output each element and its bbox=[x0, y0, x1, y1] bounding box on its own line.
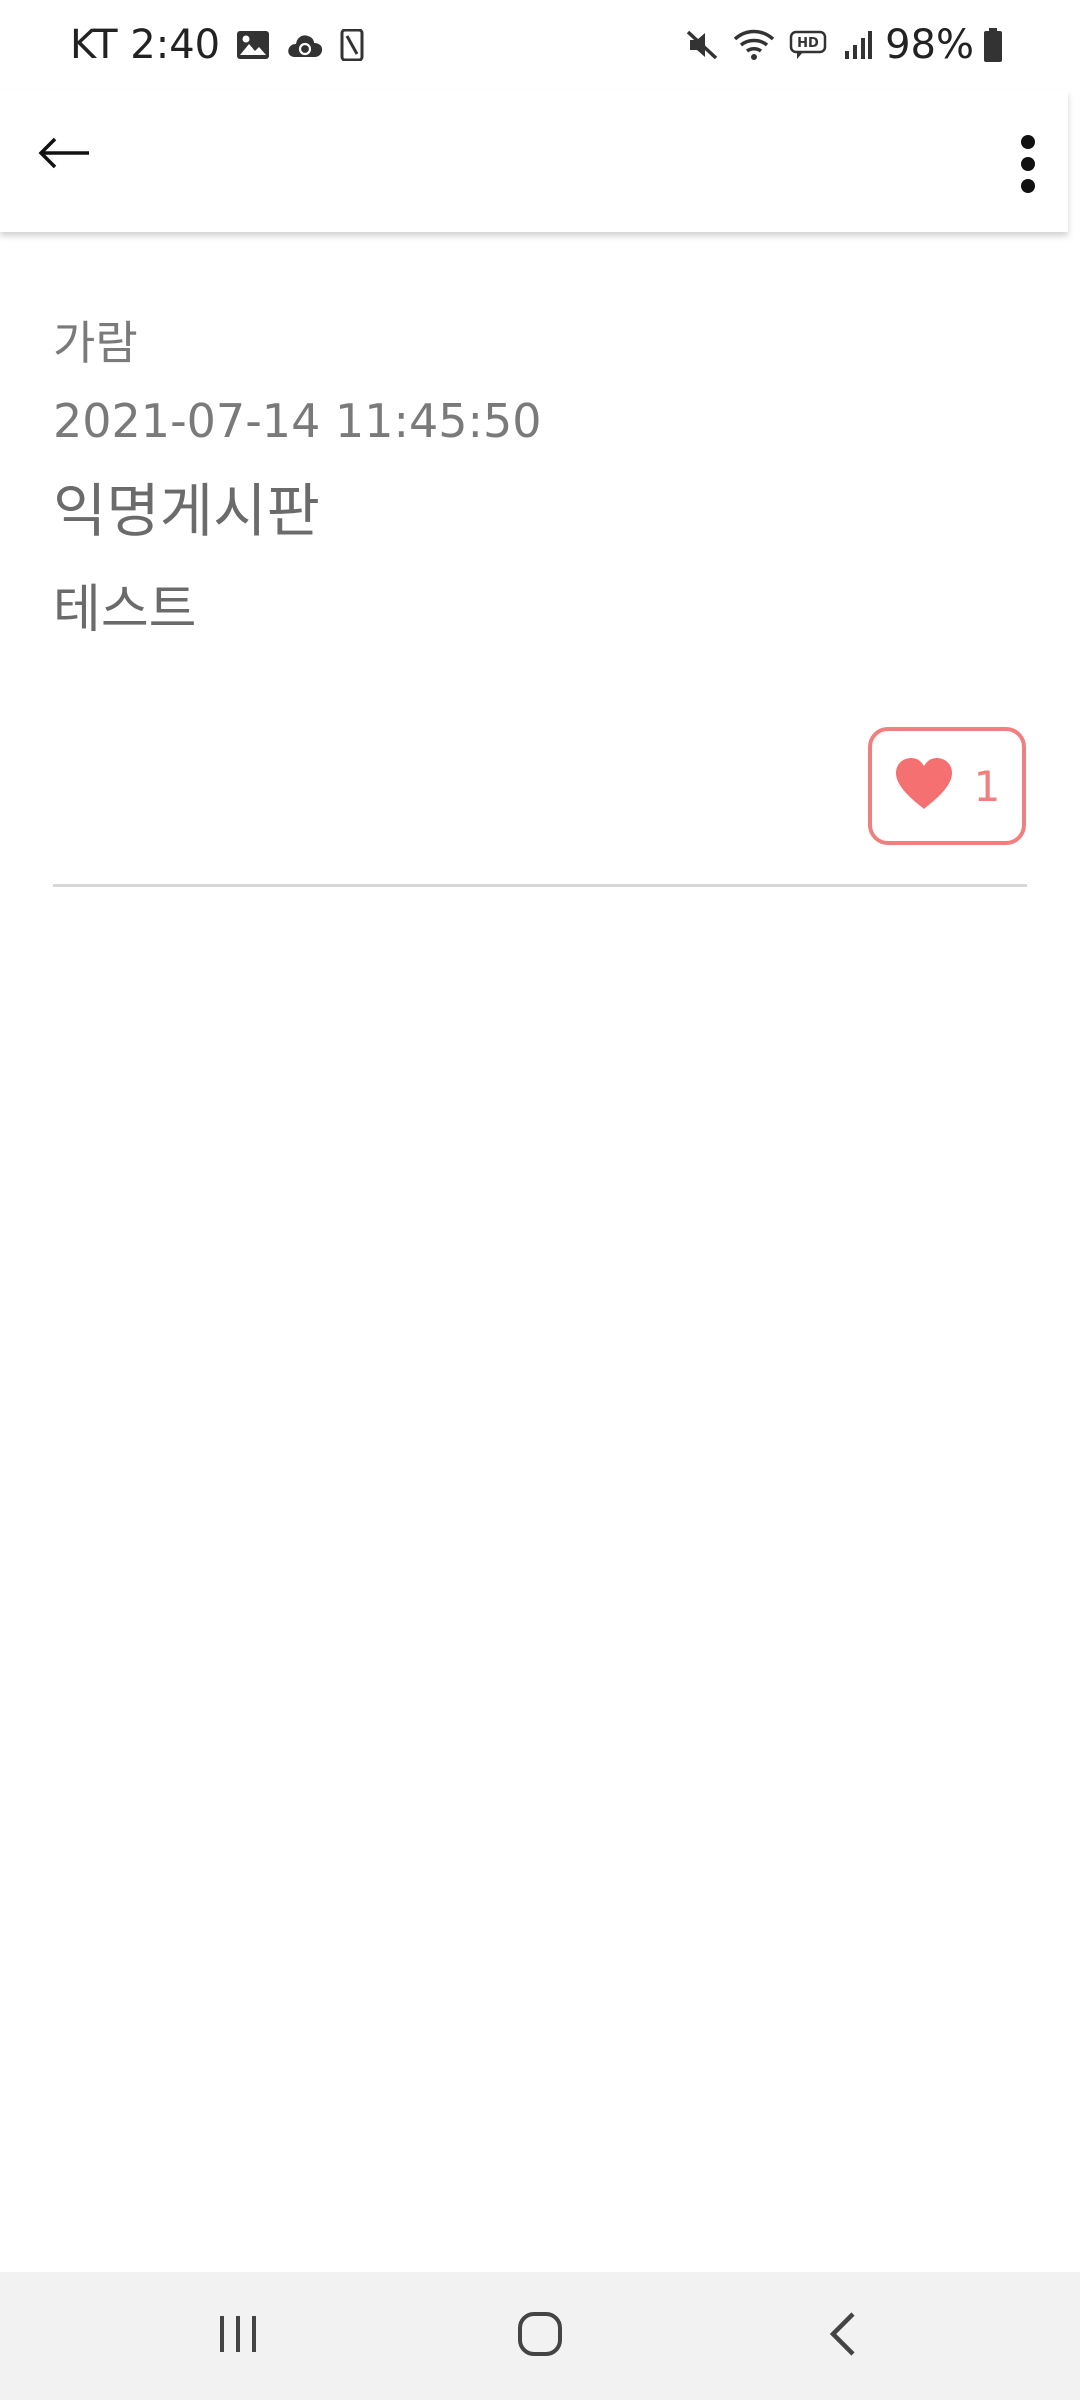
svg-text:HD: HD bbox=[797, 36, 819, 51]
system-nav-bar bbox=[0, 2272, 1080, 2400]
post-detail: 가람 2021-07-14 11:45:50 익명게시판 테스트 bbox=[53, 320, 1027, 636]
post-author: 가람 bbox=[53, 316, 138, 370]
back-nav-icon bbox=[825, 2310, 861, 2362]
post-title: 익명게시판 bbox=[53, 477, 320, 545]
mute-icon bbox=[685, 28, 719, 62]
more-options-button[interactable] bbox=[998, 118, 1058, 214]
wifi-icon bbox=[733, 28, 775, 62]
signal-icon bbox=[843, 29, 873, 61]
back-nav-button[interactable] bbox=[798, 2296, 888, 2376]
battery-percent: 98% bbox=[885, 22, 974, 68]
app-bar bbox=[0, 90, 1068, 232]
back-button[interactable] bbox=[30, 120, 100, 190]
more-vertical-icon bbox=[1018, 134, 1038, 198]
arrow-left-icon bbox=[37, 133, 93, 177]
heart-icon bbox=[894, 757, 954, 815]
image-icon bbox=[236, 30, 270, 60]
status-left: KT 2:40 bbox=[70, 18, 364, 72]
carrier-time: KT 2:40 bbox=[70, 22, 221, 68]
hd-voice-icon: HD bbox=[789, 29, 829, 61]
status-right: HD 98% bbox=[677, 18, 1010, 72]
like-button[interactable]: 1 bbox=[868, 727, 1026, 845]
recent-apps-icon bbox=[216, 2312, 260, 2360]
divider bbox=[53, 884, 1027, 887]
recent-apps-button[interactable] bbox=[193, 2296, 283, 2376]
home-icon bbox=[516, 2310, 564, 2362]
phone-screen-icon bbox=[340, 29, 364, 61]
home-button[interactable] bbox=[495, 2296, 585, 2376]
like-count: 1 bbox=[973, 761, 1001, 811]
post-body: 테스트 bbox=[53, 580, 197, 640]
battery-icon bbox=[982, 27, 1004, 63]
status-bar: KT 2:40 HD 98% bbox=[0, 0, 1080, 90]
post-date: 2021-07-14 11:45:50 bbox=[53, 394, 542, 448]
cloud-sync-icon bbox=[286, 31, 324, 59]
